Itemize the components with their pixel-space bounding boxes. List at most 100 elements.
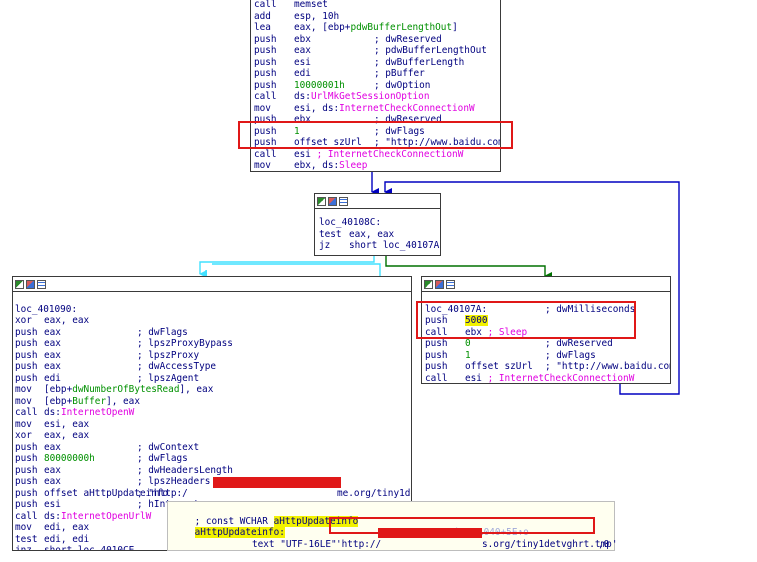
operand[interactable]: 1 <box>465 350 471 362</box>
operand[interactable]: ds:UrlMkGetSessionOption <box>294 91 429 103</box>
operand[interactable]: short loc_40108C <box>294 172 384 173</box>
color-icon[interactable] <box>26 279 35 289</box>
operand[interactable]: eax, eax <box>349 229 394 241</box>
operand[interactable]: eax, eax <box>44 430 89 442</box>
asm-line[interactable]: mov esi, eax <box>13 419 411 431</box>
operand[interactable]: esi <box>294 57 311 69</box>
operand[interactable]: esi, eax <box>44 419 89 431</box>
asm-line[interactable]: push edi ; pBuffer <box>251 68 500 80</box>
operand[interactable]: 0 <box>465 338 471 350</box>
asm-line[interactable]: loc_401090: <box>13 304 411 316</box>
graph-node-icon[interactable] <box>317 196 326 206</box>
asm-line[interactable]: xor eax, eax <box>13 430 411 442</box>
asm-line[interactable]: push esi ; dwBufferLength <box>251 57 500 69</box>
operand[interactable]: eax <box>44 476 61 488</box>
asm-line[interactable]: push eax ; dwAccessType <box>13 361 411 373</box>
asm-line[interactable]: call memset <box>251 0 500 11</box>
code-label[interactable]: loc_401090: <box>15 304 77 316</box>
asm-line[interactable]: push ebx ; dwReserved <box>251 34 500 46</box>
operand[interactable]: ebx <box>294 114 311 126</box>
graph-node-icon[interactable] <box>15 279 24 289</box>
asm-line[interactable]: loc_40108C: <box>315 217 440 229</box>
operand[interactable]: 1 <box>294 126 300 138</box>
operand[interactable]: ebx ; Sleep <box>465 327 527 339</box>
operand[interactable]: eax <box>44 327 61 339</box>
operand[interactable]: short loc_4010CE <box>44 545 134 550</box>
operand[interactable]: esi, ds:InternetCheckConnectionW <box>294 103 475 115</box>
operand[interactable]: memset <box>294 0 328 11</box>
operand[interactable]: [ebp+dwNumberOfBytesRead], eax <box>44 384 213 396</box>
asm-line[interactable]: push 10000001h ; dwOption <box>251 80 500 92</box>
code-label[interactable]: loc_40108C: <box>319 217 381 229</box>
operand[interactable]: esi <box>44 499 61 511</box>
graph-node-icon[interactable] <box>424 279 433 289</box>
asm-line[interactable]: jmp short loc_40108C <box>251 172 500 173</box>
operand[interactable]: short loc_40107A <box>349 240 439 252</box>
operand[interactable]: ds:InternetOpenW <box>44 407 134 419</box>
color-icon[interactable] <box>328 196 337 206</box>
operand[interactable]: ds:InternetOpenUrlW <box>44 511 151 523</box>
asm-line[interactable]: call esi ; InternetCheckConnectionW <box>251 149 500 161</box>
asm-line[interactable]: push edi ; lpszAgent <box>13 373 411 385</box>
operand[interactable]: edi <box>294 68 311 80</box>
asm-line[interactable]: push offset aHttpUpdateinfo; "http:/me.or… <box>13 488 411 500</box>
asm-line[interactable]: test eax, eax <box>315 229 440 241</box>
asm-line[interactable] <box>422 292 670 304</box>
asm-line[interactable]: call esi ; InternetCheckConnectionW <box>422 373 670 384</box>
asm-line[interactable]: call ebx ; Sleep <box>422 327 670 339</box>
operand[interactable]: offset szUrl <box>465 361 533 373</box>
comment-icon[interactable] <box>339 196 348 206</box>
code-block-top[interactable]: call memset add esp, 10h lea eax, [ebp+pdwBuf… <box>250 0 501 172</box>
asm-line[interactable]: push eax ; pdwBufferLengthOut <box>251 45 500 57</box>
operand[interactable]: 80000000h <box>44 453 95 465</box>
asm-line[interactable]: mov esi, ds:InternetCheckConnectionW <box>251 103 500 115</box>
operand[interactable]: offset szUrl <box>294 137 362 149</box>
operand[interactable]: eax <box>44 465 61 477</box>
operand[interactable]: eax <box>44 361 61 373</box>
operand[interactable]: [ebp+Buffer], eax <box>44 396 140 408</box>
asm-line[interactable]: loc_40107A: ; dwMilliseconds <box>422 304 670 316</box>
asm-line[interactable]: mov [ebp+dwNumberOfBytesRead], eax <box>13 384 411 396</box>
asm-line[interactable] <box>13 292 411 304</box>
operand[interactable]: esi ; InternetCheckConnectionW <box>294 149 463 161</box>
asm-line[interactable]: push 5000 <box>422 315 670 327</box>
asm-line[interactable]: push 0 ; dwReserved <box>422 338 670 350</box>
asm-line[interactable]: mov [ebp+Buffer], eax <box>13 396 411 408</box>
operand[interactable]: esi ; InternetCheckConnectionW <box>465 373 634 384</box>
asm-line[interactable]: call ds:UrlMkGetSessionOption <box>251 91 500 103</box>
comment-icon[interactable] <box>446 279 455 289</box>
operand[interactable]: edi, edi <box>44 534 89 546</box>
operand[interactable]: eax <box>44 442 61 454</box>
code-label[interactable]: loc_40107A: <box>425 304 487 316</box>
asm-line[interactable]: push offset szUrl ; "http://www.baidu.com/… <box>422 361 670 373</box>
operand[interactable]: 5000 <box>465 315 488 327</box>
asm-line[interactable]: lea eax, [ebp+pdwBufferLengthOut] <box>251 22 500 34</box>
operand[interactable]: ebx <box>294 34 311 46</box>
asm-line[interactable]: push 1 ; dwFlags <box>422 350 670 362</box>
comment-icon[interactable] <box>37 279 46 289</box>
asm-line[interactable]: push offset szUrl ; "http://www.baidu.com/… <box>251 137 500 149</box>
operand[interactable]: esp, 10h <box>294 11 339 23</box>
asm-line[interactable]: mov ebx, ds:Sleep <box>251 160 500 171</box>
color-icon[interactable] <box>435 279 444 289</box>
asm-line[interactable]: jz short loc_40107A <box>315 240 440 252</box>
operand[interactable]: ebx, ds:Sleep <box>294 160 367 171</box>
operand[interactable]: eax, eax <box>44 315 89 327</box>
asm-line[interactable]: push eax ; dwHeadersLength <box>13 465 411 477</box>
operand[interactable]: 10000001h <box>294 80 345 92</box>
asm-line[interactable]: push eax ; lpszHeaders <box>13 476 411 488</box>
code-block-loc-40107a[interactable]: loc_40107A: ; dwMilliseconds push 5000 call e… <box>421 276 671 384</box>
code-block-loc-40108c[interactable]: loc_40108C: test eax, eax jz short loc_40107… <box>314 193 441 256</box>
asm-line[interactable]: xor eax, eax <box>13 315 411 327</box>
asm-line[interactable]: push 80000000h ; dwFlags <box>13 453 411 465</box>
operand[interactable]: edi, eax <box>44 522 89 534</box>
asm-line[interactable]: push eax ; dwFlags <box>13 327 411 339</box>
asm-line[interactable]: call ds:InternetOpenW <box>13 407 411 419</box>
operand[interactable]: eax, [ebp+pdwBufferLengthOut] <box>294 22 458 34</box>
asm-line[interactable]: add esp, 10h <box>251 11 500 23</box>
operand[interactable]: eax <box>44 338 61 350</box>
asm-line[interactable]: push 1 ; dwFlags <box>251 126 500 138</box>
asm-line[interactable]: push eax ; lpszProxyBypass <box>13 338 411 350</box>
operand[interactable]: edi <box>44 373 61 385</box>
asm-line[interactable]: push eax ; lpszProxy <box>13 350 411 362</box>
